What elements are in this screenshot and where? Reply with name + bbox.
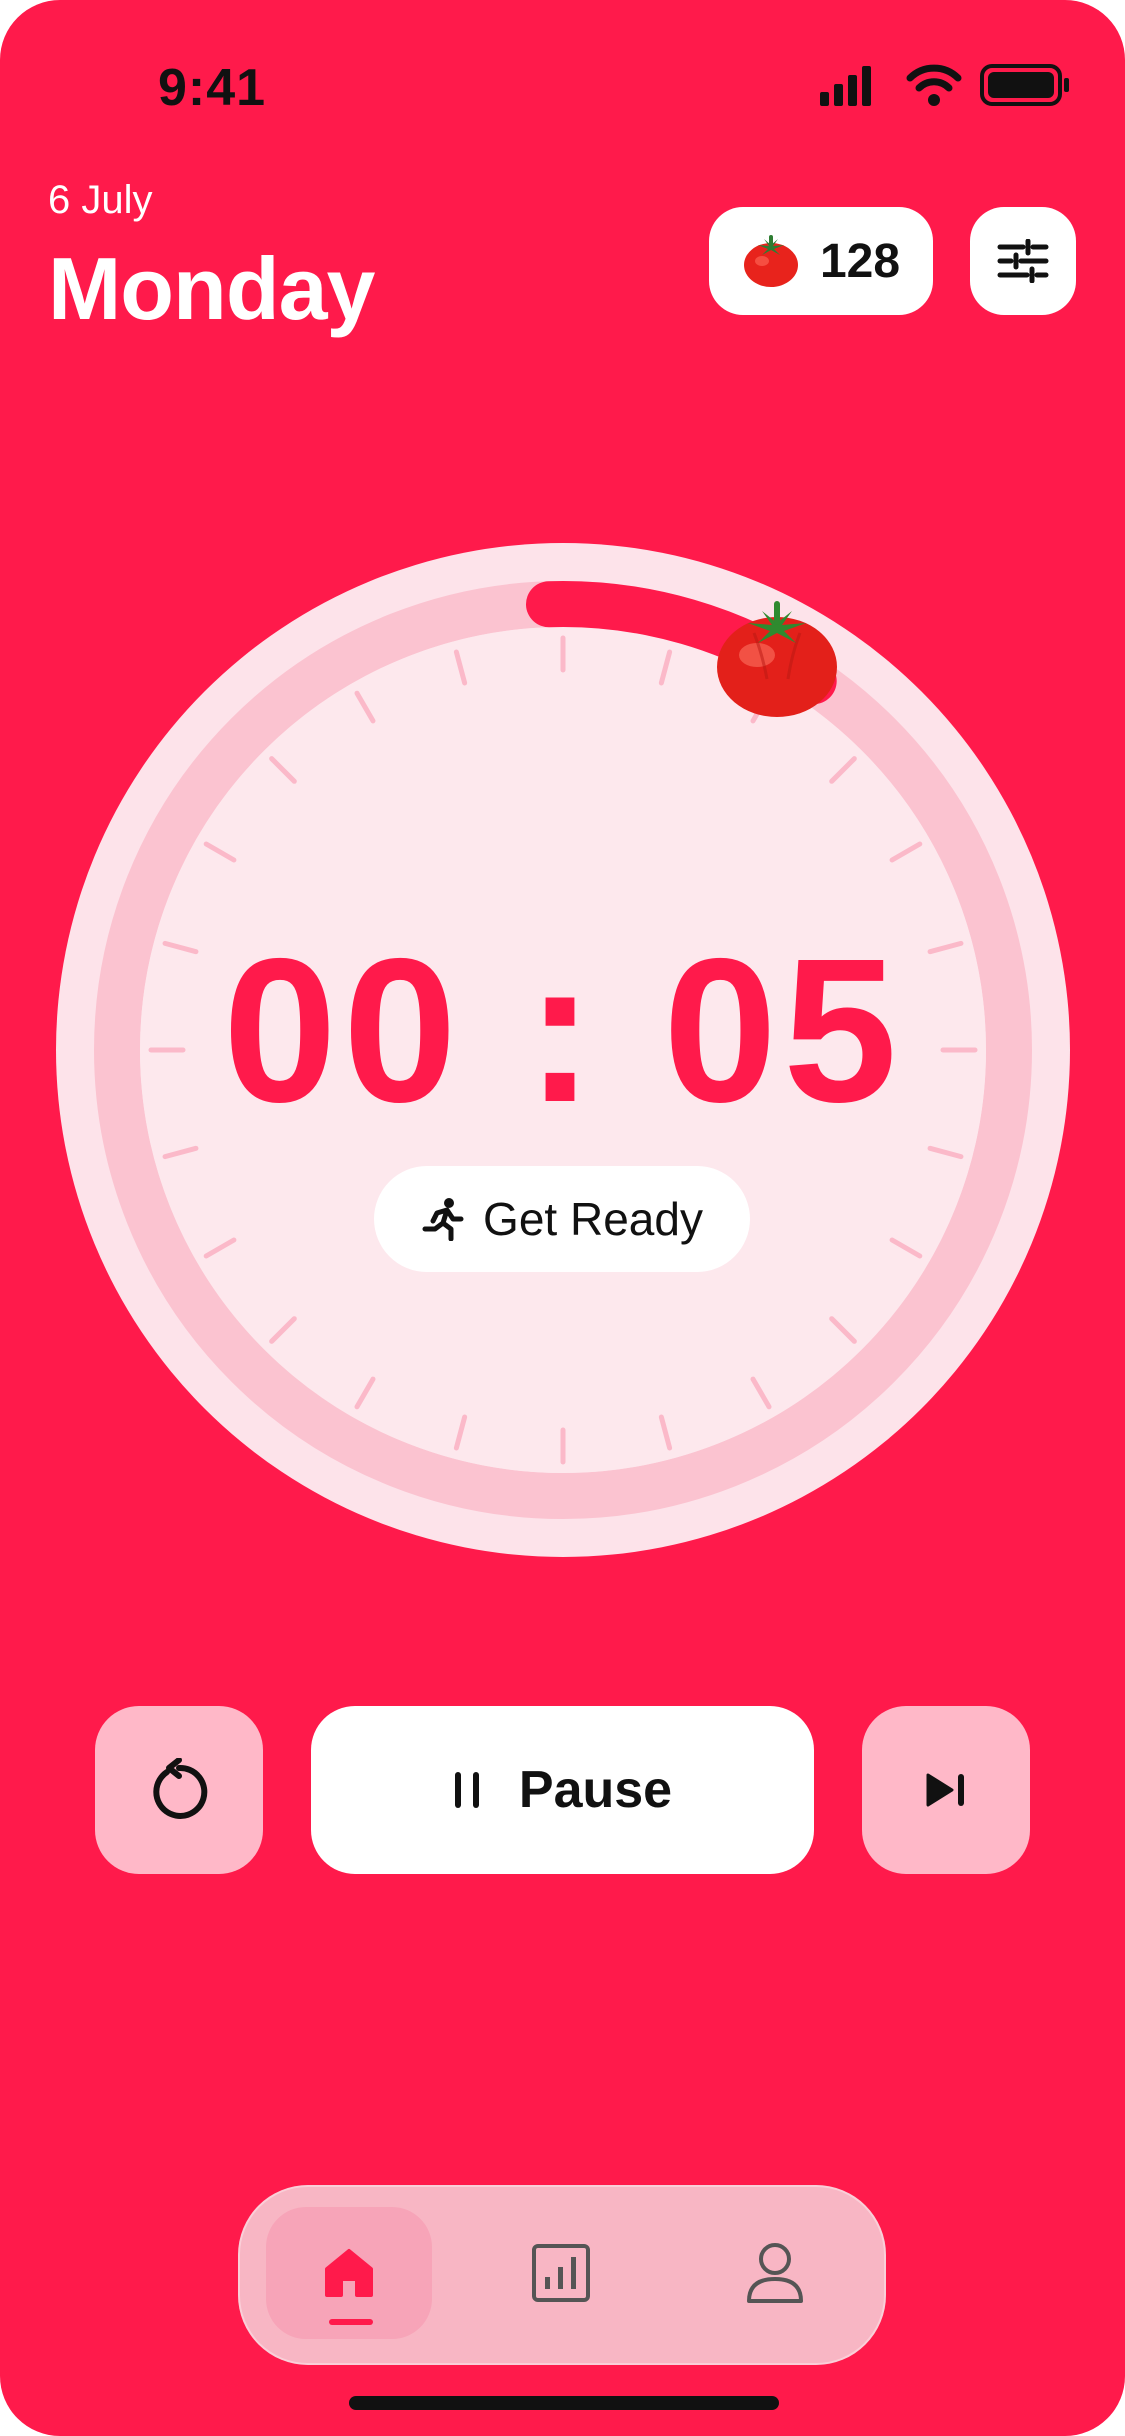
sliders-icon [997,239,1049,283]
home-indicator [349,2396,779,2410]
wifi-icon [906,64,962,106]
nav-item-home[interactable] [266,2207,432,2339]
phase-badge: Get Ready [374,1166,750,1272]
nav-active-indicator [329,2319,373,2325]
nav-item-stats[interactable] [478,2207,644,2339]
battery-icon [980,64,1069,106]
timer-dial: 00 : 05 Get Ready [56,543,1070,1557]
timer-display: 00 : 05 [222,916,904,1145]
status-icons [820,60,1070,110]
pause-button[interactable]: Pause [311,1706,814,1874]
stats-icon [532,2244,590,2302]
home-icon [325,2249,373,2297]
signal-icon [820,66,871,106]
skip-button[interactable] [862,1706,1030,1874]
settings-button[interactable] [970,207,1076,315]
pause-label: Pause [518,1761,673,1819]
nav-item-profile[interactable] [692,2207,858,2339]
running-person-icon [422,1198,464,1241]
profile-icon [747,2243,803,2303]
reset-icon [153,1758,208,1819]
status-time: 9:41 [158,59,267,117]
pause-icon [454,1772,479,1808]
skip-next-icon [926,1773,964,1807]
tomato-icon [743,235,798,287]
date-label: 6 July [48,178,153,222]
tomato-count: 128 [819,234,901,288]
phase-label: Get Ready [483,1193,703,1245]
app-screen: 9:41 6 July Monday 128 00: 05 Get Ready… [0,0,1125,2436]
tomato-progress-icon [717,601,837,717]
bottom-nav [238,2185,886,2365]
day-title: Monday [48,239,375,338]
tomato-counter[interactable]: 128 [709,207,933,315]
reset-button[interactable] [95,1706,263,1874]
